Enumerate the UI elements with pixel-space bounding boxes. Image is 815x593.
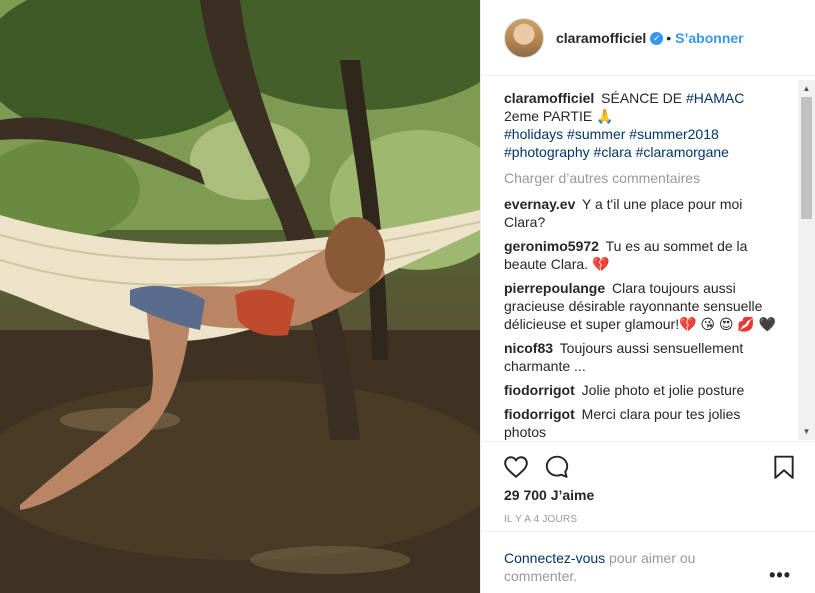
comments-scrollbar[interactable]: ▲ ▼ <box>798 80 815 440</box>
heart-icon[interactable] <box>503 454 529 480</box>
hashtag-link[interactable]: #summer2018 <box>629 126 719 142</box>
post-header: claramofficiel ✓ • S’abonner <box>481 0 815 76</box>
comment-item: fiodorrigot Merci clara pour tes jolies … <box>504 405 780 441</box>
scroll-up-arrow-icon[interactable]: ▲ <box>798 80 815 97</box>
comment-item: nicof83 Toujours aussi sensuellement cha… <box>504 339 780 375</box>
header-username[interactable]: claramofficiel <box>556 30 646 46</box>
ellipsis-icon[interactable]: ••• <box>769 566 791 584</box>
comment-item: geronimo5972 Tu es au sommet de la beaut… <box>504 237 780 273</box>
post-actions <box>481 441 815 491</box>
comment-username[interactable]: geronimo5972 <box>504 238 599 254</box>
avatar[interactable] <box>504 18 544 58</box>
post-side-panel: claramofficiel ✓ • S’abonner claramofficiel… <box>480 0 815 593</box>
caption-username[interactable]: claramofficiel <box>504 90 594 106</box>
comment-item: evernay.ev Y a t'il une place pour moi C… <box>504 195 780 231</box>
follow-button[interactable]: S’abonner <box>675 30 743 46</box>
comment-item: pierrepoulange Clara toujours aussi grac… <box>504 279 780 333</box>
scroll-down-arrow-icon[interactable]: ▼ <box>798 423 815 440</box>
post-caption: claramofficiel SÉANCE DE #HAMAC 2eme PAR… <box>504 89 780 161</box>
photo-illustration <box>0 0 480 593</box>
login-prompt: Connectez-vous pour aimer ou commenter. <box>481 531 815 593</box>
speech-bubble-icon[interactable] <box>544 454 570 480</box>
hashtag-link[interactable]: #holidays <box>504 126 563 142</box>
comment-username[interactable]: pierrepoulange <box>504 280 605 296</box>
comment-text: Jolie photo et jolie posture <box>581 382 745 398</box>
comment-username[interactable]: evernay.ev <box>504 196 575 212</box>
comment-username[interactable]: nicof83 <box>504 340 553 356</box>
login-link[interactable]: Connectez-vous <box>504 550 605 566</box>
caption-text-2: 2eme PARTIE 🙏 <box>504 108 614 124</box>
hashtag-link[interactable]: #claramorgane <box>636 144 729 160</box>
bookmark-icon[interactable] <box>771 454 797 480</box>
verified-badge-icon: ✓ <box>650 31 664 45</box>
scrollbar-thumb[interactable] <box>801 97 812 219</box>
likes-count[interactable]: 29 700 J’aime <box>504 487 594 503</box>
hashtag-link[interactable]: #photography <box>504 144 590 160</box>
header-user: claramofficiel ✓ • S’abonner <box>556 30 744 46</box>
post-photo <box>0 0 480 593</box>
post-timestamp[interactable]: IL Y A 4 JOURS <box>504 514 577 525</box>
comment-item: fiodorrigot Jolie photo et jolie posture <box>504 381 780 399</box>
caption-text: SÉANCE DE <box>601 90 686 106</box>
comment-username[interactable]: fiodorrigot <box>504 382 575 398</box>
comment-username[interactable]: fiodorrigot <box>504 406 575 422</box>
comments-list[interactable]: claramofficiel SÉANCE DE #HAMAC 2eme PAR… <box>481 77 815 441</box>
load-more-comments-button[interactable]: Charger d’autres commentaires <box>504 169 780 187</box>
hashtag-link[interactable]: #clara <box>594 144 632 160</box>
hashtag-link[interactable]: #HAMAC <box>686 90 744 106</box>
header-separator: • <box>666 30 672 46</box>
hashtag-link[interactable]: #summer <box>567 126 625 142</box>
